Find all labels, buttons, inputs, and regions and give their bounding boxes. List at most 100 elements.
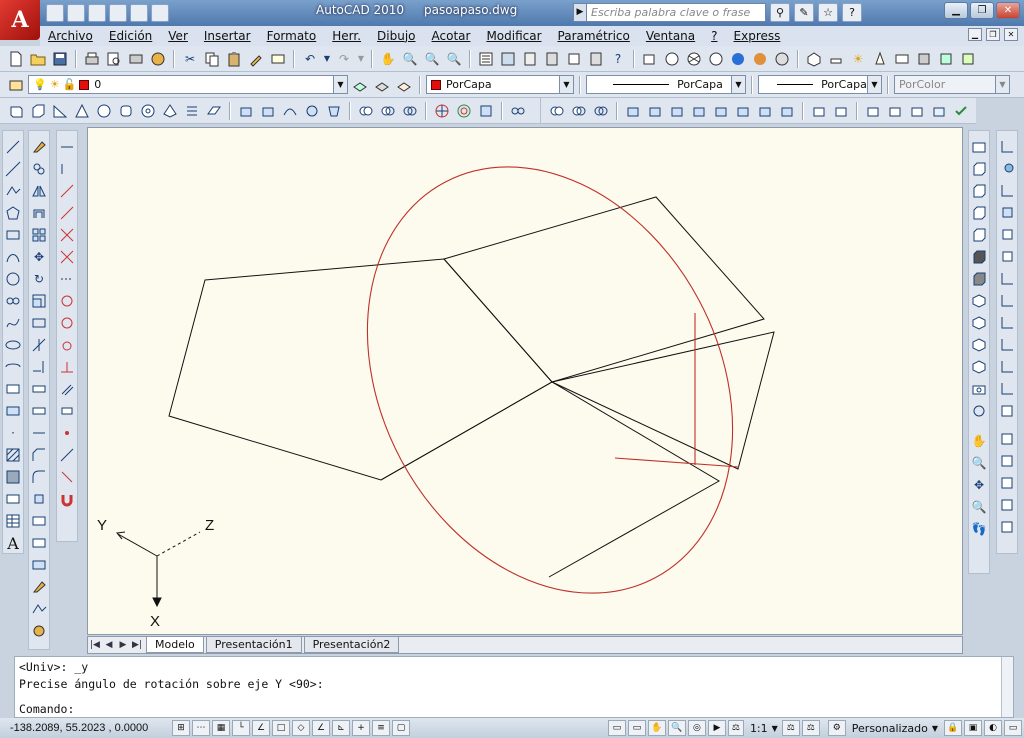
copy-edges-icon[interactable]: [809, 101, 829, 121]
sun-icon[interactable]: ☀: [848, 49, 868, 69]
markup-pen-icon[interactable]: [29, 577, 49, 597]
layer-state-icon[interactable]: [394, 75, 414, 95]
undo-icon[interactable]: ↶: [300, 49, 320, 69]
delete-faces-icon[interactable]: [689, 101, 709, 121]
array-icon[interactable]: [29, 225, 49, 245]
linetype-control-dropdown[interactable]: PorCapa ▼: [586, 75, 746, 94]
clean-icon[interactable]: [885, 101, 905, 121]
zoom-status-icon[interactable]: 🔍: [667, 720, 686, 736]
extrude-faces-icon[interactable]: [623, 101, 643, 121]
open-file-icon[interactable]: [28, 49, 48, 69]
trim-icon[interactable]: [29, 335, 49, 355]
osnap-icon[interactable]: □: [272, 720, 290, 736]
gradient-icon[interactable]: [3, 467, 23, 487]
render-icon[interactable]: [914, 49, 934, 69]
join-icon[interactable]: [29, 423, 49, 443]
new-icon[interactable]: [46, 4, 64, 22]
command-input[interactable]: Comando:: [19, 701, 74, 718]
lineweight-icon[interactable]: ≡: [372, 720, 390, 736]
layer-previous-icon[interactable]: [372, 75, 392, 95]
snap-settings-icon[interactable]: [57, 489, 77, 509]
mirror-icon[interactable]: [29, 181, 49, 201]
menu-item-1[interactable]: Edición: [109, 29, 152, 43]
cone-icon[interactable]: [72, 101, 92, 121]
intersect-icon[interactable]: [591, 101, 611, 121]
plotstyle-control-dropdown[interactable]: PorColor ▼: [894, 75, 1010, 94]
spline-icon[interactable]: [3, 313, 23, 333]
grid-icon[interactable]: ▦: [212, 720, 230, 736]
snap-temp-track-icon[interactable]: [57, 137, 77, 157]
ducs-icon[interactable]: ⊾: [332, 720, 350, 736]
next-tab-icon[interactable]: ▶: [116, 638, 130, 652]
search-input[interactable]: Escriba palabra clave o frase: [586, 3, 766, 22]
top-view-icon[interactable]: [969, 159, 989, 179]
minimize-button[interactable]: ▁: [944, 2, 968, 19]
application-menu-button[interactable]: A: [0, 0, 40, 40]
clean-screen-icon[interactable]: ▭: [1004, 720, 1022, 736]
edit-pline-icon[interactable]: [29, 599, 49, 619]
layer-dropdown[interactable]: 💡 ☀ 🔓 0 ▼: [28, 75, 348, 94]
color-faces-icon[interactable]: [777, 101, 797, 121]
circle-icon[interactable]: [3, 269, 23, 289]
snap-nearest-icon[interactable]: [57, 445, 77, 465]
arc-icon[interactable]: [3, 247, 23, 267]
copy-object-icon[interactable]: [29, 159, 49, 179]
undo-dropdown-icon[interactable]: ▼: [322, 49, 332, 69]
3d-pan-icon[interactable]: ✥: [969, 475, 989, 495]
annotation-scale-icon[interactable]: ⚖: [727, 720, 744, 736]
ucs-y-icon[interactable]: [997, 357, 1017, 377]
ortho-icon[interactable]: └: [232, 720, 250, 736]
named-views-icon[interactable]: [969, 137, 989, 157]
model-space-icon[interactable]: ▭: [607, 720, 626, 736]
sphere-icon[interactable]: [94, 101, 114, 121]
ucs-manager-icon[interactable]: [997, 429, 1017, 449]
copy-icon[interactable]: [202, 49, 222, 69]
gear-edit-icon[interactable]: [29, 621, 49, 641]
loft-icon[interactable]: [324, 101, 344, 121]
maximize-button[interactable]: ❐: [970, 2, 994, 19]
menu-item-12[interactable]: Express: [734, 29, 781, 43]
orbit-icon[interactable]: [969, 401, 989, 421]
sw-iso-view-icon[interactable]: [969, 291, 989, 311]
3d-move-icon[interactable]: [432, 101, 452, 121]
cylinder-icon[interactable]: [116, 101, 136, 121]
tools-icon[interactable]: ✎: [794, 3, 814, 22]
ellipse-icon[interactable]: [3, 335, 23, 355]
menu-item-7[interactable]: Acotar: [432, 29, 471, 43]
region-icon[interactable]: [3, 489, 23, 509]
box-icon[interactable]: [28, 101, 48, 121]
explode-icon[interactable]: [29, 489, 49, 509]
stretch-icon[interactable]: [29, 313, 49, 333]
se-iso-view-icon[interactable]: [969, 313, 989, 333]
paste-icon[interactable]: [224, 49, 244, 69]
zoom-icon[interactable]: 🔍: [969, 453, 989, 473]
color-edges-icon[interactable]: [831, 101, 851, 121]
erase-icon[interactable]: [29, 137, 49, 157]
drawing-area[interactable]: X Y Z: [87, 127, 963, 635]
menu-item-0[interactable]: Archivo: [48, 29, 93, 43]
snap-midpoint-icon[interactable]: [57, 203, 77, 223]
binoculars-icon[interactable]: ⚲: [770, 3, 790, 22]
snap-from-icon[interactable]: [57, 159, 77, 179]
table-icon[interactable]: [3, 511, 23, 531]
separate-icon[interactable]: [907, 101, 927, 121]
zoom-window-icon[interactable]: 🔍: [422, 49, 442, 69]
calculate-icon[interactable]: [29, 533, 49, 553]
render-settings-icon[interactable]: [936, 49, 956, 69]
subtract-icon[interactable]: [569, 101, 589, 121]
steering-wheel-icon[interactable]: ◎: [687, 720, 706, 736]
break-at-point-icon[interactable]: [29, 379, 49, 399]
redo-icon[interactable]: ↷: [334, 49, 354, 69]
3d-align-icon[interactable]: [476, 101, 496, 121]
auto-scale-icon[interactable]: ⚖: [801, 720, 820, 736]
ucs-x-icon[interactable]: [997, 335, 1017, 355]
nw-iso-view-icon[interactable]: [969, 357, 989, 377]
block-editor-icon[interactable]: [268, 49, 288, 69]
tab-modelo[interactable]: Modelo: [146, 637, 204, 653]
polar-icon[interactable]: ∠: [252, 720, 270, 736]
workspace-name[interactable]: Personalizado: [852, 722, 928, 735]
ucs-face-icon[interactable]: [997, 203, 1017, 223]
snap-intersection-icon[interactable]: [57, 225, 77, 245]
showmotion-icon[interactable]: ▶: [707, 720, 726, 736]
3d-dwf-icon[interactable]: [148, 49, 168, 69]
